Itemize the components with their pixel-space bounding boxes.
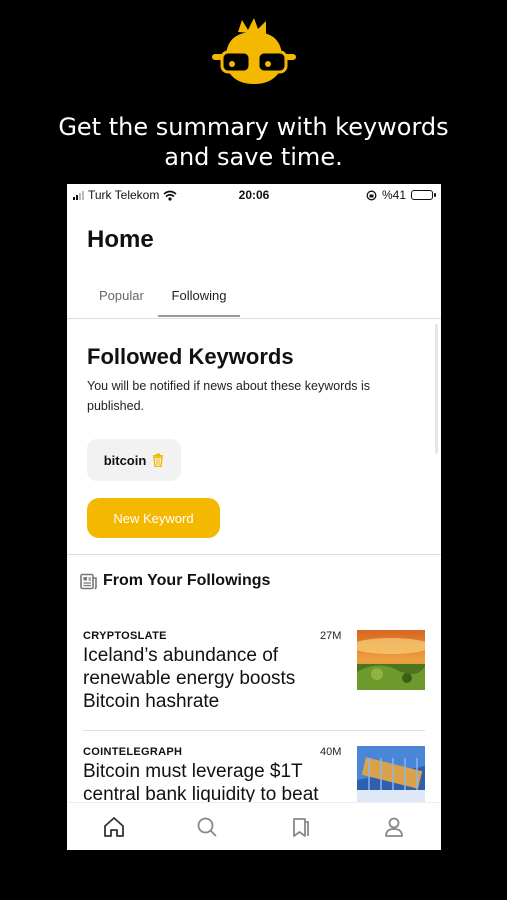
status-bar: Turk Telekom 20:06 %41 <box>67 184 441 206</box>
section-divider <box>67 554 441 555</box>
nav-bookmarks[interactable] <box>281 807 321 847</box>
tab-popular[interactable]: Popular <box>99 288 144 315</box>
nav-home[interactable] <box>94 807 134 847</box>
home-icon <box>103 816 124 837</box>
section-title: From Your Followings <box>103 572 271 589</box>
profile-icon <box>385 817 404 837</box>
keyword-label: bitcoin <box>103 452 147 468</box>
news-age: 27M <box>320 630 342 642</box>
news-source: CRYPTOSLATE <box>83 630 167 642</box>
tab-bar: Popular Following <box>67 280 441 319</box>
mascot-logo <box>212 18 296 84</box>
news-headline: Bitcoin must leverage $1T central bank l… <box>83 761 319 805</box>
tagline-line-2: and save time. <box>164 143 343 171</box>
promo-tagline: Get the summary with keywords and save t… <box>0 112 507 172</box>
tab-following[interactable]: Following <box>158 288 240 317</box>
trash-icon[interactable] <box>152 453 164 467</box>
tagline-line-1: Get the summary with keywords <box>58 113 449 141</box>
bottom-navigation <box>67 802 441 850</box>
followed-keywords-title: Followed Keywords <box>87 344 294 369</box>
news-separator <box>83 730 425 731</box>
battery-icon <box>411 190 436 200</box>
news-thumbnail[interactable] <box>357 630 425 690</box>
news-headline: Iceland’s abundance of renewable energy … <box>83 645 296 712</box>
followings-section-header: From Your Followings <box>80 572 270 590</box>
search-icon <box>197 817 217 837</box>
news-item[interactable]: COINTELEGRAPH 40M Bitcoin must leverage … <box>83 746 425 806</box>
newspaper-icon <box>80 573 97 589</box>
battery-percent: %41 <box>381 188 406 202</box>
scrollbar[interactable] <box>435 324 438 454</box>
followed-keywords-description: You will be notified if news about these… <box>87 379 371 413</box>
phone-screen: Turk Telekom 20:06 %41 Home Popular Foll… <box>67 184 441 850</box>
nav-search[interactable] <box>187 807 227 847</box>
bookmark-icon <box>292 817 309 837</box>
keyword-chip[interactable]: bitcoin <box>87 439 181 481</box>
news-thumbnail[interactable] <box>357 746 425 806</box>
news-source: COINTELEGRAPH <box>83 746 183 758</box>
new-keyword-button[interactable]: New Keyword <box>87 498 220 538</box>
orientation-lock-icon <box>366 190 377 200</box>
news-age: 40M <box>320 746 342 758</box>
news-item[interactable]: CRYPTOSLATE 27M Iceland’s abundance of r… <box>83 630 425 730</box>
page-title: Home <box>87 226 154 253</box>
nav-profile[interactable] <box>374 807 414 847</box>
